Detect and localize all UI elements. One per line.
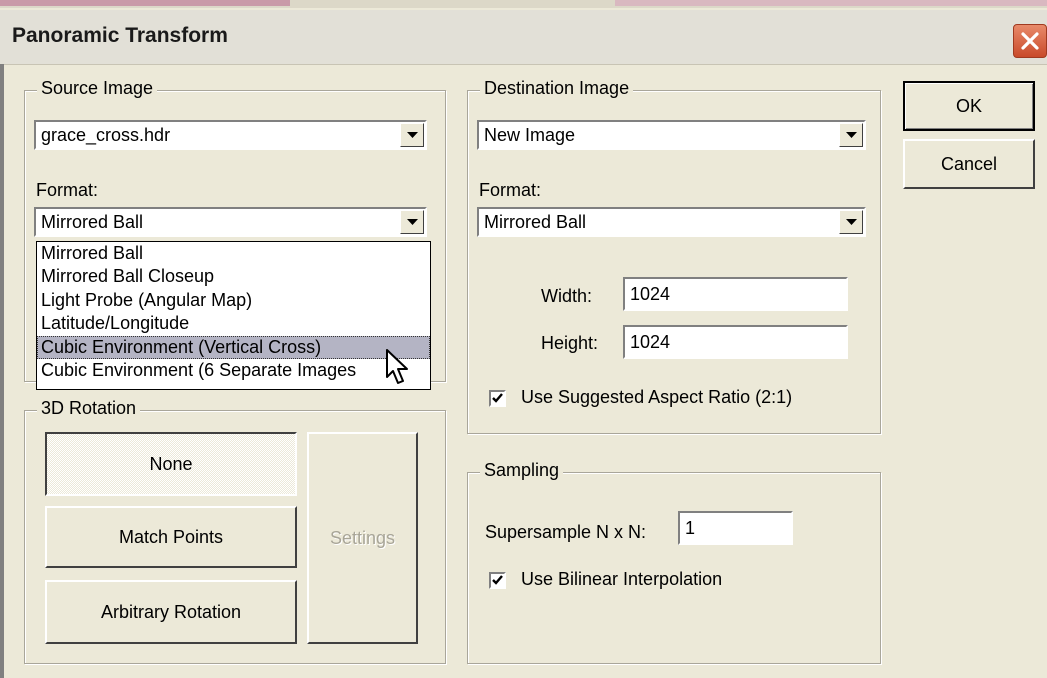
background-edge [0, 0, 1047, 8]
dropdown-option[interactable]: Mirrored Ball Closeup [37, 265, 430, 288]
bilinear-checkbox[interactable] [489, 572, 506, 589]
destination-image-select[interactable]: New Image [477, 120, 866, 150]
close-button[interactable] [1013, 24, 1047, 58]
close-icon [1021, 32, 1039, 50]
destination-image-value: New Image [484, 125, 576, 145]
sampling-legend: Sampling [480, 460, 564, 481]
height-field[interactable] [623, 325, 848, 359]
title-bar[interactable]: Panoramic Transform [0, 10, 1047, 65]
destination-format-dropdown-button[interactable] [839, 210, 863, 234]
window-edge [0, 64, 4, 678]
height-input[interactable] [625, 327, 846, 357]
destination-format-select[interactable]: Mirrored Ball [477, 207, 866, 237]
chevron-down-icon [846, 219, 857, 225]
destination-format-label: Format: [479, 180, 542, 200]
dropdown-option[interactable]: Mirrored Ball [37, 242, 430, 265]
checkmark-icon [492, 575, 503, 585]
source-format-dropdown-button[interactable] [400, 210, 424, 234]
arbitrary-rotation-button[interactable]: Arbitrary Rotation [45, 580, 297, 644]
destination-format-value: Mirrored Ball [484, 212, 587, 232]
checkmark-icon [492, 393, 503, 403]
supersample-input[interactable] [680, 513, 791, 543]
match-points-button[interactable]: Match Points [45, 506, 297, 568]
chevron-down-icon [407, 132, 418, 138]
source-image-dropdown-button[interactable] [400, 123, 424, 147]
rotation-none-button[interactable]: None [45, 432, 297, 496]
chevron-down-icon [407, 219, 418, 225]
dropdown-option[interactable]: Latitude/Longitude [37, 312, 430, 335]
source-format-dropdown-list[interactable]: Mirrored Ball Mirrored Ball Closeup Ligh… [36, 241, 431, 390]
width-field[interactable] [623, 277, 848, 311]
mouse-pointer-icon [386, 349, 408, 384]
source-format-label: Format: [36, 180, 99, 200]
dropdown-option[interactable]: Light Probe (Angular Map) [37, 289, 430, 312]
chevron-down-icon [846, 132, 857, 138]
ok-button[interactable]: OK [903, 81, 1035, 131]
dropdown-option-highlighted[interactable]: Cubic Environment (Vertical Cross) [37, 335, 430, 359]
height-label: Height: [541, 333, 599, 353]
source-format-value: Mirrored Ball [41, 212, 144, 232]
width-input[interactable] [625, 279, 846, 309]
dropdown-option[interactable]: Cubic Environment (6 Separate Images [37, 359, 430, 382]
source-format-select[interactable]: Mirrored Ball [34, 207, 427, 237]
settings-button[interactable]: Settings [307, 432, 418, 644]
supersample-label: Supersample N x N: [485, 522, 647, 542]
supersample-field[interactable] [678, 511, 793, 545]
rotation-legend: 3D Rotation [37, 398, 141, 419]
destination-image-legend: Destination Image [480, 78, 634, 99]
source-image-legend: Source Image [37, 78, 158, 99]
source-image-value: grace_cross.hdr [41, 125, 171, 145]
cancel-button[interactable]: Cancel [903, 139, 1035, 189]
aspect-ratio-label[interactable]: Use Suggested Aspect Ratio (2:1) [521, 387, 792, 408]
destination-image-dropdown-button[interactable] [839, 123, 863, 147]
bilinear-label[interactable]: Use Bilinear Interpolation [521, 569, 722, 590]
dialog-title: Panoramic Transform [12, 24, 228, 47]
source-image-select[interactable]: grace_cross.hdr [34, 120, 427, 150]
width-label: Width: [541, 286, 593, 306]
sampling-group: Sampling [467, 460, 881, 664]
aspect-ratio-checkbox[interactable] [489, 390, 506, 407]
